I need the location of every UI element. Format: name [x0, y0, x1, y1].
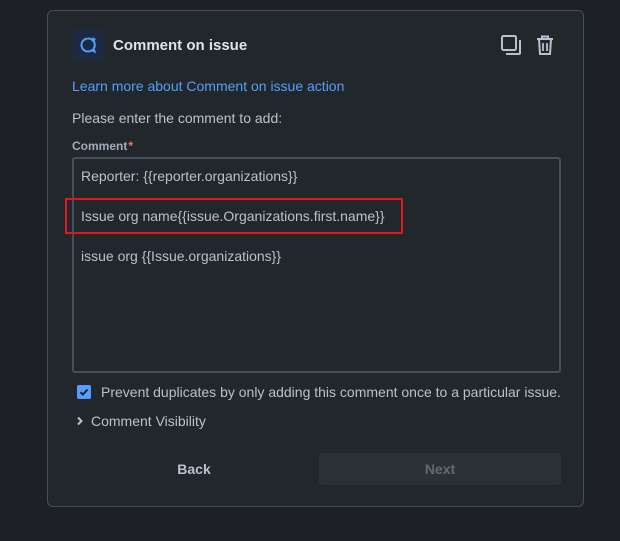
comment-prompt: Please enter the comment to add:: [72, 110, 283, 126]
comment-action-panel: Comment on issue Learn more about Commen…: [47, 10, 584, 507]
back-button[interactable]: Back: [75, 453, 313, 485]
prevent-duplicates-label: Prevent duplicates by only adding this c…: [101, 384, 561, 400]
chevron-right-icon: [77, 416, 83, 426]
learn-more-link[interactable]: Learn more about Comment on issue action: [72, 78, 344, 94]
comment-line: Reporter: {{reporter.organizations}}: [81, 168, 298, 184]
copy-icon[interactable]: [499, 33, 523, 57]
panel-header: Comment on issue: [72, 29, 247, 61]
required-mark: *: [128, 139, 134, 153]
comment-label: Comment*: [72, 139, 133, 153]
comment-line: Issue org name{{issue.Organizations.firs…: [81, 208, 385, 224]
checkmark-icon: [79, 388, 89, 396]
panel-title: Comment on issue: [113, 36, 248, 54]
comment-icon: [72, 29, 104, 61]
prevent-duplicates-checkbox[interactable]: [77, 385, 91, 399]
comment-visibility-toggle[interactable]: Comment Visibility: [76, 413, 206, 429]
comment-label-text: Comment: [72, 139, 128, 153]
comment-line: issue org {{Issue.organizations}}: [81, 248, 282, 264]
prevent-duplicates-row: Prevent duplicates by only adding this c…: [77, 384, 561, 400]
trash-icon[interactable]: [533, 33, 557, 57]
header-actions: [499, 33, 557, 57]
comment-textarea[interactable]: Reporter: {{reporter.organizations}} Iss…: [72, 157, 561, 373]
next-button[interactable]: Next: [319, 453, 561, 485]
comment-visibility-label: Comment Visibility: [91, 413, 206, 429]
